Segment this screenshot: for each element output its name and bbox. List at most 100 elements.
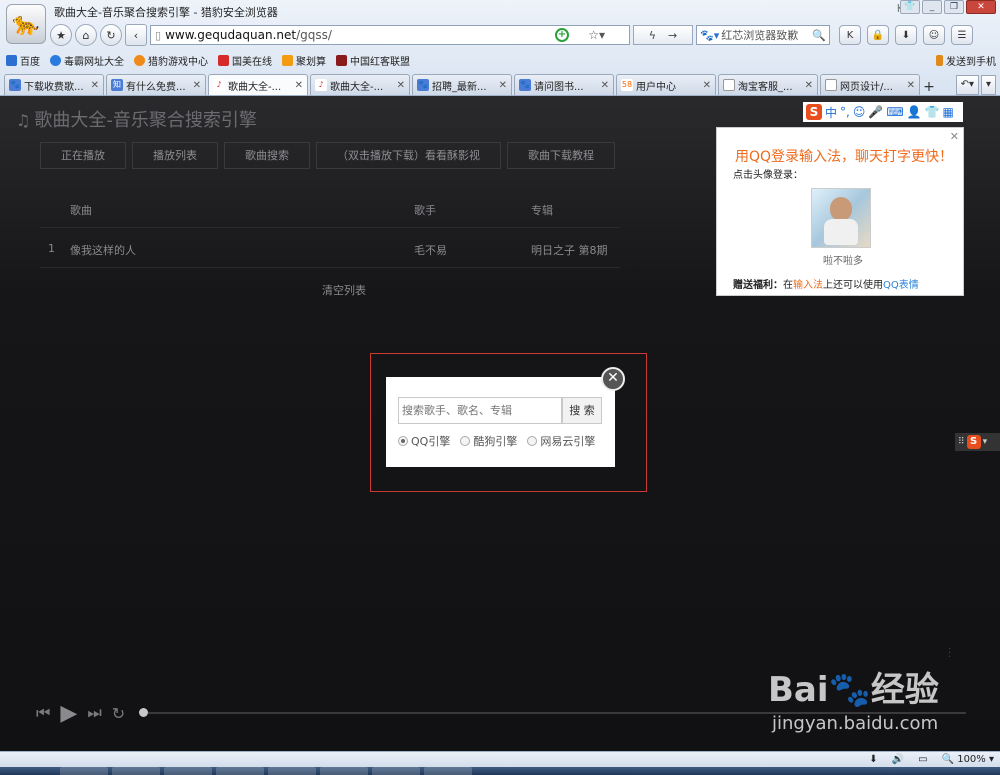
bookmark-item[interactable]: 国美在线: [218, 53, 272, 68]
tab[interactable]: 淘宝客服_... ✕: [718, 74, 818, 95]
window-icon[interactable]: ▭: [918, 754, 927, 765]
tab[interactable]: 网页设计/... ✕: [820, 74, 920, 95]
tab[interactable]: 🐾 请问图书... ✕: [514, 74, 614, 95]
menu-song-search[interactable]: 歌曲搜索: [224, 142, 310, 169]
volume-icon[interactable]: 🔊: [892, 754, 904, 765]
taskbar-item[interactable]: [164, 767, 212, 775]
user-icon[interactable]: 👤: [907, 105, 922, 119]
clear-list-link[interactable]: 清空列表: [322, 282, 366, 298]
new-tab-button[interactable]: +: [922, 79, 936, 95]
bookmark-star-icon[interactable]: ☆▾: [588, 28, 605, 42]
close-window-button[interactable]: ✕: [966, 0, 996, 14]
close-icon[interactable]: ✕: [950, 130, 959, 143]
progress-knob[interactable]: [139, 708, 149, 717]
next-icon[interactable]: ⏭: [87, 703, 101, 723]
undo-icon[interactable]: ↶▾: [955, 75, 979, 95]
home-icon[interactable]: ⌂: [75, 24, 97, 46]
browser-logo-icon[interactable]: 🐆: [6, 4, 46, 44]
search-input[interactable]: [398, 397, 562, 424]
k-icon[interactable]: K: [839, 25, 861, 45]
tab-close-icon[interactable]: ✕: [805, 80, 813, 91]
bookmark-item[interactable]: 聚划算: [282, 53, 326, 68]
go-arrow-icon[interactable]: →: [668, 29, 677, 42]
tab-close-icon[interactable]: ✕: [91, 80, 99, 91]
engine-netease[interactable]: 网易云引擎: [527, 433, 595, 449]
tab-close-icon[interactable]: ✕: [295, 80, 303, 91]
lightning-icon[interactable]: ϟ: [649, 29, 656, 42]
gift-link-qq-emoji[interactable]: QQ表情: [883, 280, 919, 291]
taskbar-item[interactable]: [268, 767, 316, 775]
bookmark-item[interactable]: 毒霸网址大全: [50, 53, 124, 68]
punctuation-icon[interactable]: °,: [840, 105, 850, 119]
play-icon[interactable]: ▶: [60, 701, 77, 726]
gift-link-ime[interactable]: 输入法: [793, 280, 823, 291]
tab[interactable]: 58 用户中心 ✕: [616, 74, 716, 95]
radio-icon[interactable]: [398, 436, 408, 446]
tab-close-icon[interactable]: ✕: [193, 80, 201, 91]
taskbar-item[interactable]: [60, 767, 108, 775]
minimize-button[interactable]: _: [922, 0, 942, 14]
tab-close-icon[interactable]: ✕: [499, 80, 507, 91]
ime-mode-label[interactable]: 中: [825, 104, 837, 121]
radio-icon[interactable]: [527, 436, 538, 446]
search-icon[interactable]: 🔍: [812, 29, 826, 42]
tab-close-icon[interactable]: ✕: [907, 80, 915, 91]
zoom-control[interactable]: 🔍 100% ▾: [942, 754, 994, 765]
menu-movies[interactable]: （双击播放下载）看看酥影视: [316, 142, 501, 169]
modal-close-button[interactable]: ✕: [601, 367, 625, 391]
tab[interactable]: ♪ 歌曲大全-... ✕: [310, 74, 410, 95]
tab-list-icon[interactable]: ▾: [980, 75, 996, 95]
taskbar-item[interactable]: [112, 767, 160, 775]
search-bar[interactable]: 🐾▾ 红芯浏览器致歉 🔍: [696, 25, 830, 45]
microphone-icon[interactable]: 🎤: [868, 105, 883, 119]
skin-icon[interactable]: 👕: [900, 0, 920, 14]
baidu-paw-icon[interactable]: 🐾▾: [700, 29, 719, 42]
tab-favicon-icon: 🐾: [519, 79, 531, 91]
tab[interactable]: 🐾 下载收费歌... ✕: [4, 74, 104, 95]
grid-icon[interactable]: ▦: [943, 105, 954, 119]
send-to-phone-link[interactable]: 发送到手机: [936, 53, 996, 68]
repeat-icon[interactable]: ↻: [112, 704, 125, 723]
tab[interactable]: 🐾 招聘_最新... ✕: [412, 74, 512, 95]
refresh-icon[interactable]: ↻: [100, 24, 122, 46]
avatar[interactable]: [811, 188, 871, 248]
search-button[interactable]: 搜 索: [562, 397, 602, 424]
menu-icon[interactable]: ☰: [951, 25, 973, 45]
previous-icon[interactable]: ⏮: [36, 703, 50, 723]
skin-shirt-icon[interactable]: 👕: [925, 105, 940, 119]
taskbar-item[interactable]: [320, 767, 368, 775]
ime-side-widget[interactable]: ⠿ S ▾: [955, 433, 1000, 451]
taskbar-item[interactable]: [424, 767, 472, 775]
address-bar[interactable]: ▯ www.gequdaquan.net/gqss/ + ☆▾: [150, 25, 630, 45]
bookmark-item[interactable]: 中国红客联盟: [336, 53, 410, 68]
menu-download-tutorial[interactable]: 歌曲下载教程: [507, 142, 615, 169]
emoji-icon[interactable]: ☺: [853, 105, 866, 119]
back-icon[interactable]: ‹: [125, 24, 147, 46]
tab-close-icon[interactable]: ✕: [601, 80, 609, 91]
engine-kugou[interactable]: 酷狗引擎: [460, 433, 517, 449]
gamepad-icon[interactable]: ☺: [923, 25, 945, 45]
tab-label: 有什么免费...: [126, 81, 186, 93]
engine-qq[interactable]: QQ引擎: [398, 433, 450, 449]
tab-active[interactable]: ♪ 歌曲大全-... ✕: [208, 74, 308, 95]
taskbar-item[interactable]: [372, 767, 420, 775]
tab-close-icon[interactable]: ✕: [397, 80, 405, 91]
tab[interactable]: 知有什么免费... ✕: [106, 74, 206, 95]
tab-close-icon[interactable]: ✕: [703, 80, 711, 91]
menu-now-playing[interactable]: 正在播放: [40, 142, 126, 169]
favorite-star-icon[interactable]: ★: [50, 24, 72, 46]
add-icon[interactable]: +: [555, 28, 569, 42]
taskbar-item[interactable]: [216, 767, 264, 775]
song-row[interactable]: 1 像我这样的人 毛不易 明日之子 第8期: [40, 228, 620, 268]
restore-button[interactable]: ❐: [944, 0, 964, 14]
download-status-icon[interactable]: ⬇: [869, 754, 877, 765]
download-icon[interactable]: ⬇: [895, 25, 917, 45]
sogou-logo-icon[interactable]: S: [806, 104, 822, 120]
menu-playlist[interactable]: 播放列表: [132, 142, 218, 169]
radio-icon[interactable]: [460, 436, 471, 446]
keyboard-icon[interactable]: ⌨: [886, 105, 903, 119]
lock-icon[interactable]: 🔒: [867, 25, 889, 45]
bookmark-item[interactable]: 猎豹游戏中心: [134, 53, 208, 68]
row-song[interactable]: 像我这样的人: [70, 242, 136, 258]
bookmark-item[interactable]: 百度: [6, 53, 40, 68]
